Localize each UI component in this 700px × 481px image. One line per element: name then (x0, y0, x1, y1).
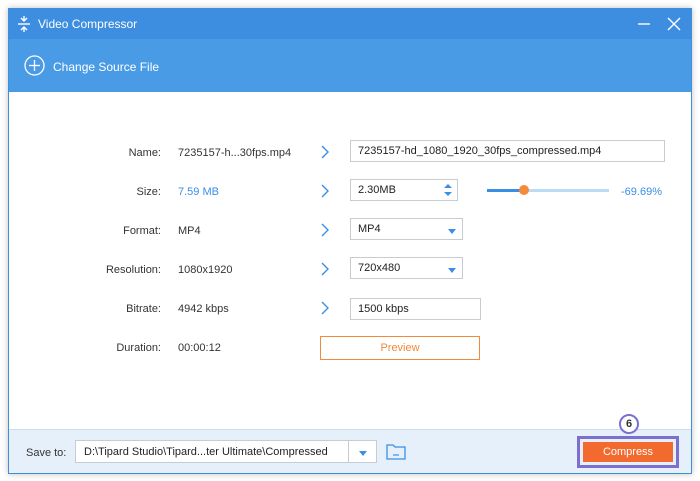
chevron-right-icon (320, 301, 330, 315)
source-format-value: MP4 (178, 225, 201, 237)
resolution-select-value: 720x480 (358, 262, 401, 274)
compress-highlight: Compress (577, 436, 679, 468)
compress-app-icon (17, 16, 31, 32)
minimize-icon[interactable] (634, 14, 654, 34)
duration-value: 00:00:12 (178, 342, 221, 354)
dropdown-arrow-icon[interactable] (448, 226, 456, 234)
output-size-stepper[interactable]: 2.30MB (350, 179, 458, 201)
save-to-label: Save to: (26, 447, 67, 459)
size-slider-thumb[interactable] (518, 185, 529, 195)
source-name-value: 7235157-h...30fps.mp4 (178, 147, 292, 159)
change-source-bar[interactable]: Change Source File (9, 39, 691, 92)
dropdown-arrow-icon[interactable] (448, 265, 456, 273)
step-number-badge: 6 (619, 414, 639, 434)
close-icon[interactable] (664, 14, 684, 34)
title-bar: Video Compressor (9, 9, 691, 39)
save-path-dropdown[interactable] (349, 440, 377, 463)
duration-label: Duration: (116, 342, 161, 354)
chevron-right-icon (320, 184, 330, 198)
size-slider[interactable] (487, 185, 609, 195)
resolution-select[interactable]: 720x480 (350, 257, 463, 279)
window-title: Video Compressor (38, 17, 138, 31)
save-path-field[interactable]: D:\Tipard Studio\Tipard...ter Ultimate\C… (75, 440, 349, 463)
source-resolution-value: 1080x1920 (178, 264, 233, 276)
preview-button[interactable]: Preview (320, 336, 480, 360)
chevron-right-icon (320, 262, 330, 276)
name-label: Name: (128, 147, 161, 159)
source-size-value: 7.59 MB (178, 186, 219, 198)
save-path-value: D:\Tipard Studio\Tipard...ter Ultimate\C… (84, 446, 328, 458)
output-name-input[interactable]: 7235157-hd_1080_1920_30fps_compressed.mp… (350, 140, 665, 162)
format-label: Format: (123, 225, 161, 237)
bitrate-input-value: 1500 kbps (358, 303, 409, 315)
format-select-value: MP4 (358, 223, 381, 235)
format-select[interactable]: MP4 (350, 218, 463, 240)
folder-icon[interactable] (386, 443, 406, 460)
video-compressor-window: Video Compressor Change Source File Name… (8, 8, 692, 474)
output-name-text: 7235157-hd_1080_1920_30fps_compressed.mp… (358, 145, 602, 157)
size-reduction-percent: -69.69% (621, 186, 662, 198)
plus-circle-icon[interactable] (24, 55, 45, 76)
chevron-right-icon (320, 145, 330, 159)
size-label: Size: (136, 186, 161, 198)
resolution-label: Resolution: (105, 264, 161, 276)
compress-button[interactable]: Compress (583, 442, 673, 462)
source-bitrate-value: 4942 kbps (178, 303, 229, 315)
bitrate-input[interactable]: 1500 kbps (350, 298, 481, 320)
save-bar: Save to: D:\Tipard Studio\Tipard...ter U… (9, 429, 691, 473)
bitrate-label: Bitrate: (126, 303, 161, 315)
change-source-label[interactable]: Change Source File (53, 60, 159, 74)
spinner-arrows-icon[interactable] (440, 181, 456, 199)
output-size-text: 2.30MB (358, 184, 396, 196)
chevron-right-icon (320, 223, 330, 237)
dropdown-arrow-icon[interactable] (359, 448, 367, 456)
